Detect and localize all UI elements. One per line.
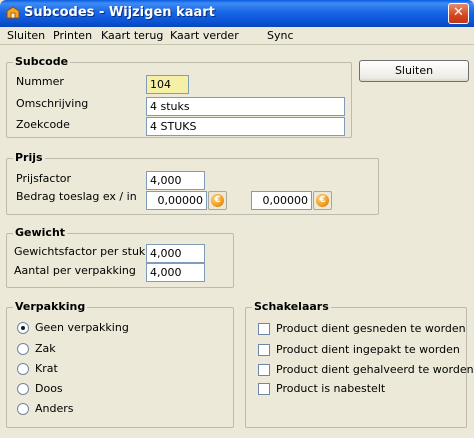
- schakelaars-group-title: Schakelaars: [252, 300, 331, 313]
- zoekcode-label: Zoekcode: [16, 118, 70, 131]
- euro-icon: €: [316, 194, 329, 207]
- aantal-label: Aantal per verpakking: [14, 264, 136, 277]
- gewichtsfactor-label: Gewichtsfactor per stuk: [14, 245, 146, 258]
- radio-button[interactable]: [17, 363, 29, 375]
- zoekcode-field[interactable]: 4 STUKS: [146, 117, 345, 136]
- radio-label: Krat: [35, 362, 58, 375]
- checkbox-label: Product dient ingepakt te worden: [276, 343, 460, 356]
- menu-sync[interactable]: Sync: [267, 29, 294, 42]
- prijs-group: Prijs Prijsfactor 4,000 Bedrag toeslag e…: [6, 151, 379, 215]
- checkbox-label: Product is nabestelt: [276, 382, 386, 395]
- checkbox-gesneden[interactable]: Product dient gesneden te worden: [258, 322, 466, 338]
- omschrijving-label: Omschrijving: [16, 97, 89, 110]
- verpakking-group-title: Verpakking: [13, 300, 88, 313]
- radio-krat[interactable]: Krat: [17, 362, 167, 378]
- radio-label: Zak: [35, 342, 56, 355]
- gewichtsfactor-field[interactable]: 4,000: [146, 244, 205, 263]
- checkbox[interactable]: [258, 383, 270, 395]
- radio-button[interactable]: [17, 322, 29, 334]
- toeslag-in-field[interactable]: 0,00000: [251, 191, 312, 210]
- radio-zak[interactable]: Zak: [17, 342, 167, 358]
- checkbox-gehalveerd[interactable]: Product dient gehalveerd te worden: [258, 363, 474, 379]
- prijs-group-title: Prijs: [13, 151, 45, 164]
- euro-icon: €: [211, 194, 224, 207]
- toeslag-ex-field[interactable]: 0,00000: [146, 191, 207, 210]
- schakelaars-group: Schakelaars Product dient gesneden te wo…: [245, 300, 474, 428]
- subcode-group: Subcode Nummer 104 Omschrijving 4 stuks …: [6, 55, 352, 138]
- menu-kaart-terug[interactable]: Kaart terug: [101, 29, 163, 42]
- omschrijving-field[interactable]: 4 stuks: [146, 97, 345, 116]
- radio-label: Anders: [35, 402, 74, 415]
- toeslag-label: Bedrag toeslag ex / in: [16, 190, 137, 203]
- menu-bar: Sluiten Printen Kaart terug Kaart verder…: [0, 27, 474, 45]
- checkbox[interactable]: [258, 323, 270, 335]
- menu-printen[interactable]: Printen: [53, 29, 92, 42]
- prijsfactor-label: Prijsfactor: [16, 172, 72, 185]
- radio-geen-verpakking[interactable]: Geen verpakking: [17, 321, 167, 337]
- subcode-group-title: Subcode: [13, 55, 71, 68]
- verpakking-group: Verpakking Geen verpakking Zak Krat Doos…: [6, 300, 234, 428]
- checkbox-ingepakt[interactable]: Product dient ingepakt te worden: [258, 343, 463, 359]
- checkbox[interactable]: [258, 364, 270, 376]
- menu-kaart-verder[interactable]: Kaart verder: [170, 29, 239, 42]
- aantal-field[interactable]: 4,000: [146, 263, 205, 282]
- checkbox-label: Product dient gehalveerd te worden: [276, 363, 474, 376]
- radio-button[interactable]: [17, 343, 29, 355]
- gewicht-group: Gewicht Gewichtsfactor per stuk 4,000 Aa…: [6, 226, 234, 288]
- radio-anders[interactable]: Anders: [17, 402, 167, 418]
- euro-in-button[interactable]: €: [313, 191, 332, 210]
- euro-ex-button[interactable]: €: [208, 191, 227, 210]
- radio-button[interactable]: [17, 403, 29, 415]
- nummer-field[interactable]: 104: [146, 75, 189, 94]
- checkbox[interactable]: [258, 344, 270, 356]
- app-icon: [6, 6, 20, 19]
- title-bar[interactable]: Subcodes - Wijzigen kaart ✕: [0, 0, 474, 27]
- window-title: Subcodes - Wijzigen kaart: [24, 5, 215, 20]
- checkbox-nabestelt[interactable]: Product is nabestelt: [258, 382, 463, 398]
- menu-sluiten[interactable]: Sluiten: [7, 29, 45, 42]
- gewicht-group-title: Gewicht: [13, 226, 68, 239]
- checkbox-label: Product dient gesneden te worden: [276, 322, 466, 335]
- nummer-label: Nummer: [16, 75, 64, 88]
- radio-label: Doos: [35, 382, 63, 395]
- prijsfactor-field[interactable]: 4,000: [146, 171, 205, 190]
- close-button[interactable]: Sluiten: [359, 60, 469, 82]
- radio-label: Geen verpakking: [35, 321, 129, 334]
- radio-doos[interactable]: Doos: [17, 382, 167, 398]
- window-close-button[interactable]: ✕: [448, 3, 469, 24]
- radio-button[interactable]: [17, 383, 29, 395]
